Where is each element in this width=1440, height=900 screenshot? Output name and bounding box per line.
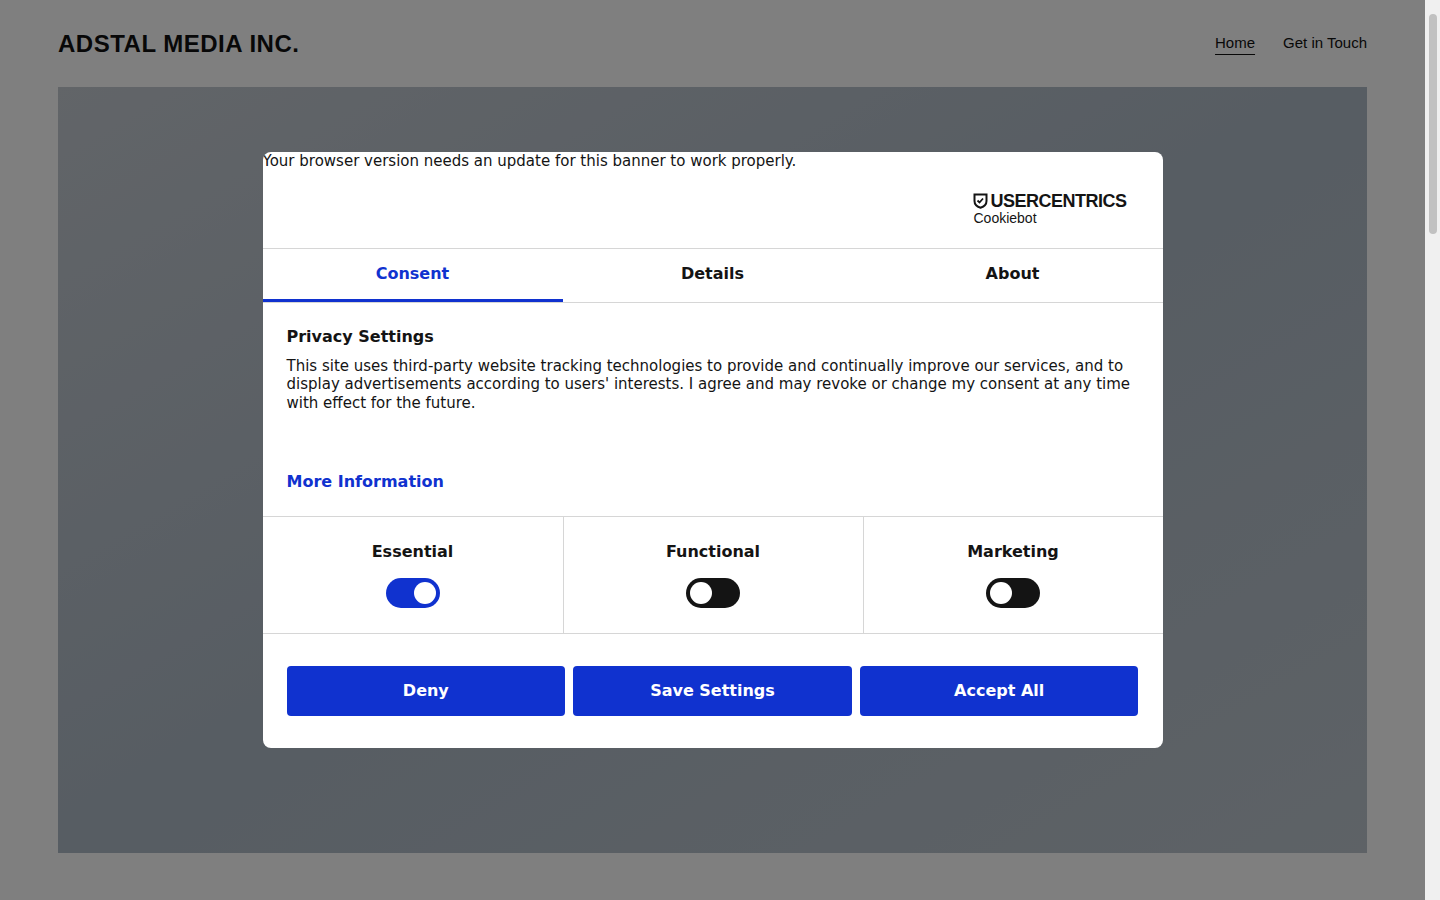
category-cell: Essential bbox=[263, 517, 563, 633]
usercentrics-logo: USERCENTRICSCookiebot bbox=[973, 192, 1126, 226]
consent-content: Privacy Settings This site uses third-par… bbox=[263, 303, 1163, 517]
category-label: Functional bbox=[666, 542, 760, 562]
dialog-header: Your browser version needs an update for… bbox=[263, 152, 1163, 248]
category-cell: Functional bbox=[563, 517, 863, 633]
dialog-button[interactable]: Accept All bbox=[860, 666, 1139, 716]
privacy-heading: Privacy Settings bbox=[287, 327, 1139, 347]
modal-overlay: Your browser version needs an update for… bbox=[0, 0, 1425, 900]
toggle-knob bbox=[414, 582, 436, 604]
page: ADSTAL MEDIA INC.HomeGet in TouchYour br… bbox=[0, 0, 1440, 900]
dialog-tabs: ConsentDetailsAbout bbox=[263, 248, 1163, 303]
logo-brand: USERCENTRICS bbox=[990, 192, 1126, 210]
category-label: Marketing bbox=[967, 542, 1059, 562]
scrollbar[interactable] bbox=[1425, 0, 1440, 900]
cookie-dialog: Your browser version needs an update for… bbox=[263, 152, 1163, 749]
dialog-buttons: DenySave SettingsAccept All bbox=[263, 633, 1163, 748]
category-toggle[interactable] bbox=[986, 578, 1040, 608]
dialog-tab[interactable]: Details bbox=[563, 249, 863, 302]
category-cell: Marketing bbox=[863, 517, 1163, 633]
main-area: ADSTAL MEDIA INC.HomeGet in TouchYour br… bbox=[0, 0, 1425, 900]
dialog-tab[interactable]: About bbox=[863, 249, 1163, 302]
dialog-tab[interactable]: Consent bbox=[263, 249, 563, 302]
category-toggle[interactable] bbox=[686, 578, 740, 608]
browser-notice: Your browser version needs an update for… bbox=[263, 152, 1163, 170]
category-toggle[interactable] bbox=[386, 578, 440, 608]
logo-product: Cookiebot bbox=[973, 210, 1126, 226]
scrollbar-thumb[interactable] bbox=[1429, 14, 1437, 234]
shield-icon bbox=[973, 193, 988, 209]
dialog-button[interactable]: Save Settings bbox=[573, 666, 852, 716]
toggle-knob bbox=[990, 582, 1012, 604]
privacy-text: This site uses third-party website track… bbox=[287, 357, 1139, 413]
category-row: Essential Functional Marketing bbox=[263, 516, 1163, 633]
category-label: Essential bbox=[372, 542, 454, 562]
dialog-logo-row: USERCENTRICSCookiebot bbox=[263, 170, 1163, 248]
dialog-button[interactable]: Deny bbox=[287, 666, 566, 716]
toggle-knob bbox=[690, 582, 712, 604]
more-information-link[interactable]: More Information bbox=[287, 472, 1139, 492]
